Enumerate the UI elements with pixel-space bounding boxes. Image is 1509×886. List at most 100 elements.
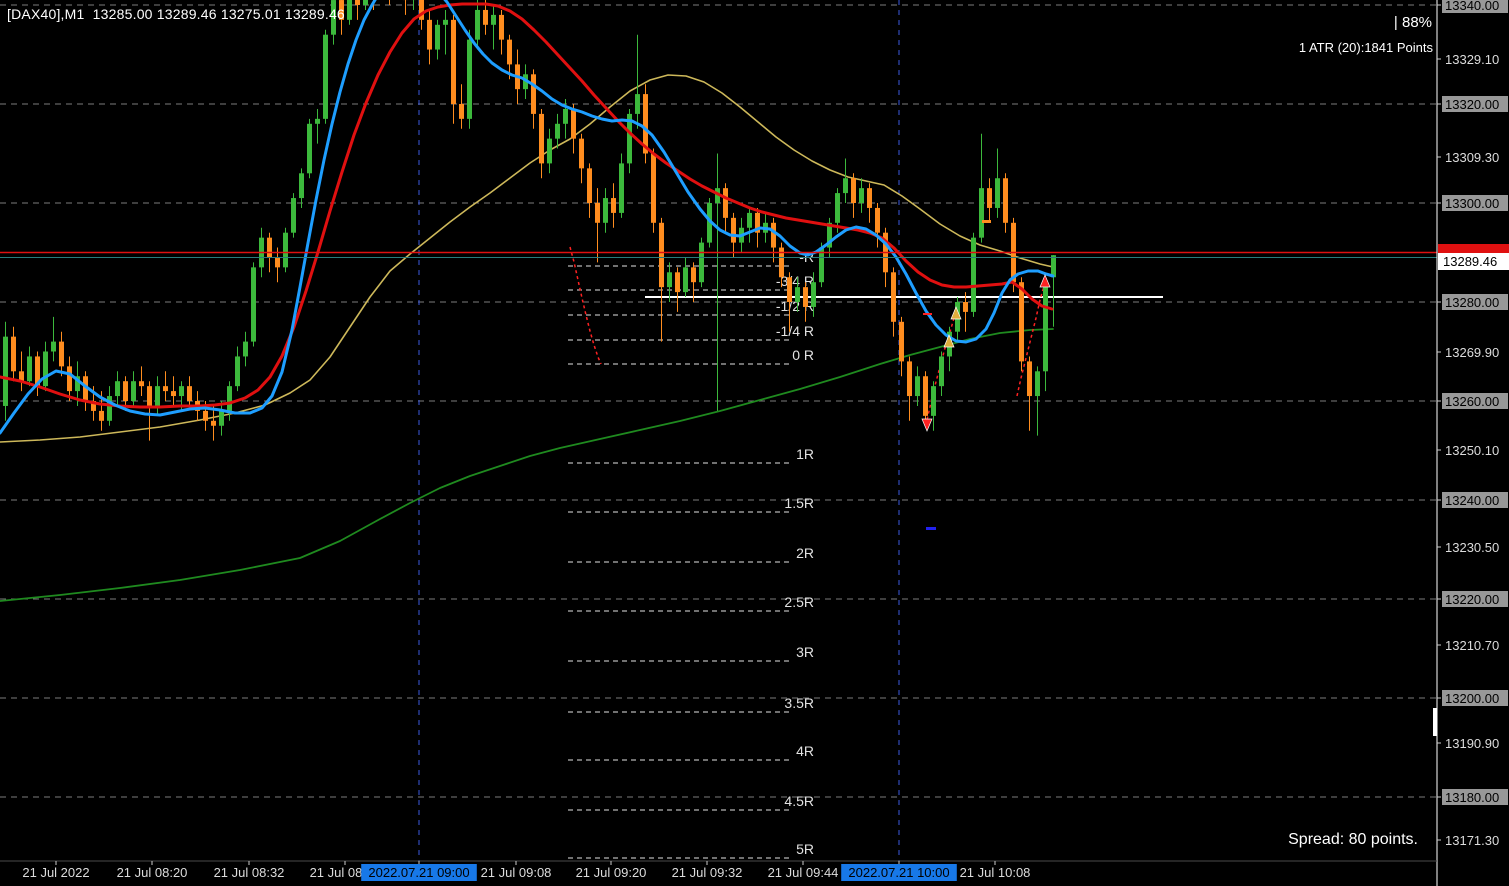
candle-body bbox=[1035, 371, 1040, 397]
candle-body bbox=[979, 188, 984, 238]
percent-indicator-label: | 88% bbox=[1393, 14, 1432, 31]
candle-body bbox=[683, 267, 688, 293]
candle-body bbox=[451, 19, 456, 105]
price-level-badge-label: 13200.00 bbox=[1445, 691, 1499, 706]
candle-body bbox=[771, 222, 776, 248]
candle-body bbox=[1027, 361, 1032, 397]
candle-body bbox=[507, 39, 512, 65]
candle-body bbox=[987, 188, 992, 208]
candle-body bbox=[467, 39, 472, 119]
ma-long-green bbox=[0, 328, 1054, 602]
candle-body bbox=[59, 341, 64, 367]
candle-body bbox=[603, 198, 608, 223]
candle-body bbox=[699, 242, 704, 283]
candle-body bbox=[555, 123, 560, 139]
candle-body bbox=[851, 178, 856, 203]
candle-body bbox=[355, 0, 360, 5]
symbol-period-label: [DAX40],M1 bbox=[7, 6, 85, 22]
candle-body bbox=[563, 108, 568, 124]
candle-body bbox=[803, 287, 808, 307]
symbol-ohlc-readout: [DAX40],M1 13285.00 13289.46 13275.01 13… bbox=[7, 6, 345, 22]
candle-body bbox=[275, 257, 280, 268]
candle-body bbox=[187, 386, 192, 401]
candle-body bbox=[539, 113, 544, 164]
candle-body bbox=[243, 341, 248, 357]
r-level-label: 4.5R bbox=[784, 793, 814, 809]
candle-body bbox=[291, 198, 296, 233]
time-axis-label: 21 Jul 10:08 bbox=[960, 865, 1031, 880]
candle-body bbox=[723, 188, 728, 218]
candle-body bbox=[323, 34, 328, 119]
candle-body bbox=[595, 203, 600, 223]
atr-indicator-label: 1 ATR (20):1841 Points bbox=[1298, 40, 1433, 55]
candle-body bbox=[155, 386, 160, 406]
time-axis-label: 21 Jul 08:32 bbox=[214, 865, 285, 880]
candle-body bbox=[363, 0, 368, 5]
candle-body bbox=[267, 237, 272, 258]
candle-body bbox=[227, 386, 232, 411]
candle-body bbox=[491, 14, 496, 25]
candle-body bbox=[27, 356, 32, 382]
candle-body bbox=[899, 321, 904, 362]
current-price-label: 13289.46 bbox=[1443, 254, 1497, 269]
candle-body bbox=[811, 282, 816, 307]
candle-body bbox=[675, 272, 680, 293]
price-level-badge-label: 13240.00 bbox=[1445, 493, 1499, 508]
price-level-badge-label: 13280.00 bbox=[1445, 295, 1499, 310]
atr-range-bar bbox=[1433, 708, 1437, 736]
time-axis-label: 21 Jul 2022 bbox=[22, 865, 89, 880]
candle-body bbox=[11, 336, 16, 372]
candle-body bbox=[459, 104, 464, 119]
candle-body bbox=[611, 198, 616, 213]
r-level-label: -1/4 R bbox=[776, 323, 814, 339]
order-dash-icon bbox=[982, 220, 991, 223]
candle-body bbox=[427, 19, 432, 50]
candle-body bbox=[795, 287, 800, 302]
candle-body bbox=[435, 24, 440, 50]
price-axis-label: 13190.90 bbox=[1445, 736, 1499, 751]
trade-trail-line bbox=[569, 246, 602, 365]
price-axis-label: 13210.70 bbox=[1445, 638, 1499, 653]
price-level-badge-label: 13260.00 bbox=[1445, 394, 1499, 409]
candle-body bbox=[315, 118, 320, 124]
candle-body bbox=[995, 178, 1000, 208]
r-level-label: -1/2 R bbox=[776, 298, 814, 314]
r-level-label: 3R bbox=[796, 644, 814, 660]
r-level-label: 4R bbox=[796, 743, 814, 759]
candle-body bbox=[131, 381, 136, 401]
r-level-label: 3.5R bbox=[784, 695, 814, 711]
candle-body bbox=[99, 410, 104, 421]
chart-canvas[interactable]: -R-3/4 R-1/2 R-1/4 R0 R1R1.5R2R2.5R3R3.5… bbox=[0, 0, 1509, 886]
candle-body bbox=[1003, 178, 1008, 223]
candle-body bbox=[283, 232, 288, 268]
candle-body bbox=[123, 381, 128, 401]
candle-body bbox=[859, 188, 864, 203]
time-separator-badge-label: 2022.07.21 10:00 bbox=[848, 865, 949, 880]
buy-arrow-icon bbox=[943, 334, 955, 348]
price-axis-label: 13250.10 bbox=[1445, 443, 1499, 458]
candle-body bbox=[1043, 287, 1048, 372]
candle-body bbox=[939, 356, 944, 387]
candle-body bbox=[747, 212, 752, 228]
r-level-label: 2R bbox=[796, 545, 814, 561]
candle-body bbox=[547, 138, 552, 164]
candle-body bbox=[891, 272, 896, 322]
candle-body bbox=[731, 217, 736, 243]
candle-body bbox=[1051, 255, 1056, 278]
candle-body bbox=[499, 14, 504, 40]
candle-body bbox=[659, 222, 664, 288]
candle-body bbox=[171, 391, 176, 397]
entry-price-dash-icon bbox=[923, 313, 932, 315]
price-level-badge-label: 13300.00 bbox=[1445, 196, 1499, 211]
candle-body bbox=[483, 9, 488, 25]
spread-readout: Spread: 80 points. bbox=[1288, 831, 1418, 848]
price-axis-label: 13269.90 bbox=[1445, 345, 1499, 360]
time-axis-label: 21 Jul 09:08 bbox=[481, 865, 552, 880]
candle-body bbox=[203, 410, 208, 421]
candle-body bbox=[67, 366, 72, 392]
time-axis-label: 21 Jul 09:44 bbox=[768, 865, 839, 880]
candle-body bbox=[635, 94, 640, 114]
r-level-label: 2.5R bbox=[784, 594, 814, 610]
ohlc-values: 13285.00 13289.46 13275.01 13289.46 bbox=[92, 6, 345, 22]
trading-chart-window: -R -3/4 R -1/2 R -1/4 R0 R 1R 1.5R 2R 2.5R 3R 3.5… bbox=[0, 0, 1509, 886]
